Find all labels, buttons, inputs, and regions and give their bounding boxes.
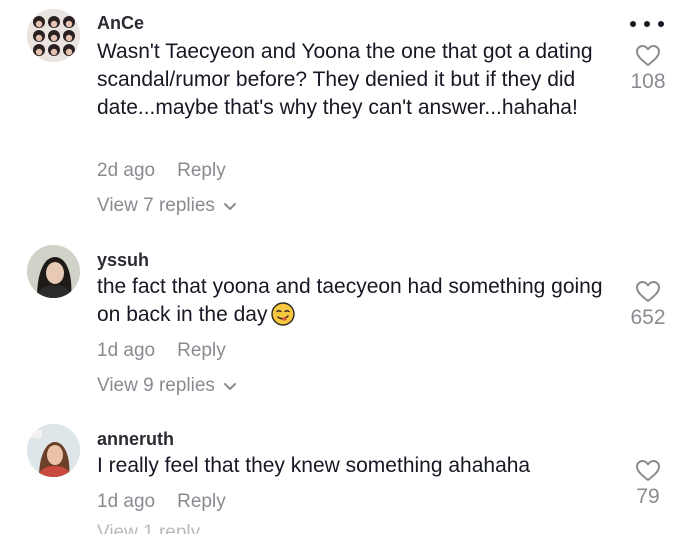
heart-outline-icon <box>636 45 660 66</box>
avatar[interactable] <box>27 245 80 298</box>
like-button[interactable]: 652 <box>618 280 678 331</box>
comment-text: the fact that yoona and taecyeon had som… <box>97 273 607 329</box>
username[interactable]: yssuh <box>97 249 149 271</box>
comment-age: 1d ago <box>97 340 156 361</box>
view-replies-button[interactable]: View 7 replies <box>97 195 237 217</box>
comment-text-body: the fact that yoona and taecyeon had som… <box>97 275 603 326</box>
comment-text: I really feel that they knew something a… <box>97 454 531 477</box>
comment-age: 2d ago <box>97 160 156 181</box>
comment-meta: 2d ago Reply <box>97 160 226 182</box>
smirking-face-emoji <box>271 302 296 326</box>
avatar[interactable] <box>27 9 80 62</box>
reply-button[interactable]: Reply <box>177 160 226 181</box>
reply-button[interactable]: Reply <box>177 340 226 361</box>
like-button[interactable]: 79 <box>618 459 678 510</box>
username[interactable]: anneruth <box>97 428 174 450</box>
like-count: 652 <box>630 306 666 329</box>
view-replies-button[interactable]: View 1 reply <box>97 522 200 534</box>
like-count: 108 <box>630 70 666 93</box>
more-options-button[interactable] <box>630 17 664 31</box>
view-replies-label: View 9 replies <box>97 375 215 396</box>
chevron-down-icon <box>223 382 236 390</box>
chevron-down-icon <box>223 202 236 210</box>
comment-age: 1d ago <box>97 491 156 512</box>
heart-outline-icon <box>636 460 660 481</box>
heart-outline-icon <box>636 281 660 302</box>
avatar[interactable] <box>27 424 80 477</box>
comment-meta: 1d ago Reply <box>97 491 226 513</box>
comment-meta: 1d ago Reply <box>97 340 226 362</box>
reply-button[interactable]: Reply <box>177 491 226 512</box>
view-replies-button[interactable]: View 9 replies <box>97 375 237 397</box>
like-count: 79 <box>636 485 660 508</box>
comment-text: Wasn't Taecyeon and Yoona the one that g… <box>97 40 593 119</box>
username[interactable]: AnCe <box>97 12 144 34</box>
view-replies-label: View 7 replies <box>97 195 215 216</box>
comment-item: AnCe Wasn't Taecyeon and Yoona the one t… <box>0 0 679 230</box>
like-button[interactable]: 108 <box>618 44 678 95</box>
more-dots-icon <box>630 21 636 27</box>
